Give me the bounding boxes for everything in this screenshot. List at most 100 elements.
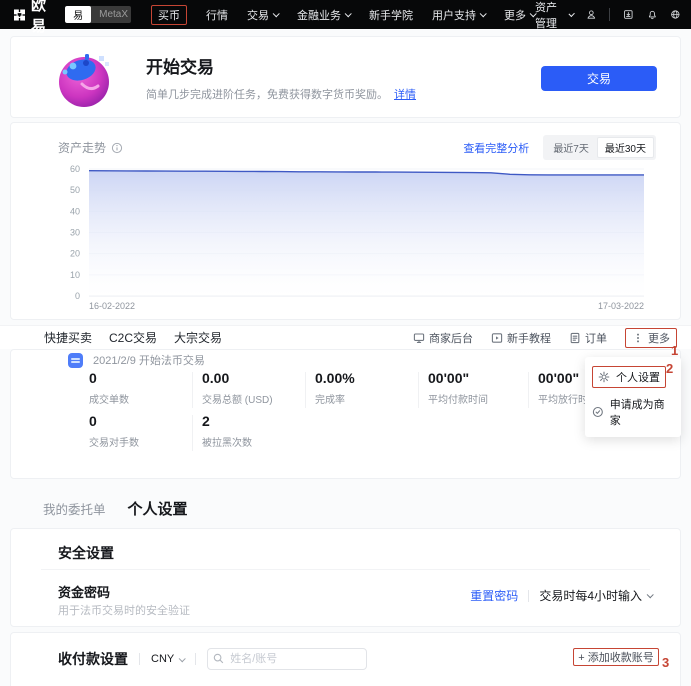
divider (192, 415, 193, 451)
stat-label: 交易对手数 (89, 434, 139, 449)
stat-value: 0 (89, 370, 129, 386)
hero-subtitle: 简单几步完成进阶任务，免费获得数字货币奖励。详情 (146, 86, 416, 102)
chevron-down-icon (568, 11, 574, 17)
nav-label: 买币 (158, 7, 180, 23)
chart-controls: 查看完整分析 最近7天 最近30天 (463, 135, 656, 160)
svg-text:50: 50 (70, 185, 80, 195)
annotation-3: 3 (662, 655, 669, 670)
merchant-stats-card: 2021/2/9 开始法币交易 0 成交单数 0.00 交易总额 (USD) 0… (10, 349, 681, 479)
stat-label: 成交单数 (89, 391, 129, 406)
nav-item-finance[interactable]: 金融业务 (297, 7, 350, 23)
divider (528, 372, 529, 408)
nav-item-more[interactable]: 更多 (504, 7, 535, 23)
top-navbar: 欧易 交易所 MetaX 买币 行情 交易 金融业务 新手学院 (0, 0, 691, 29)
gear-icon (598, 371, 610, 383)
svg-text:40: 40 (70, 206, 80, 216)
play-video-icon (491, 332, 503, 344)
currency-label: CNY (151, 653, 174, 665)
payment-search-input[interactable] (207, 648, 367, 670)
annotation-1: 1 (671, 343, 678, 358)
hero-text: 开始交易 简单几步完成进阶任务，免费获得数字货币奖励。详情 (146, 53, 416, 102)
range-30d-button[interactable]: 最近30天 (597, 137, 654, 158)
info-icon[interactable] (111, 142, 123, 154)
nav-item-buy-crypto[interactable]: 买币 (151, 5, 187, 25)
tab-my-orders[interactable]: 我的委托单 (43, 499, 106, 518)
divider (139, 653, 140, 665)
download-icon[interactable] (623, 7, 634, 22)
divider (528, 590, 529, 602)
tab-c2c-trade[interactable]: C2C交易 (109, 329, 157, 346)
stat-completed-orders: 0 成交单数 (89, 370, 129, 406)
document-icon (569, 332, 581, 344)
okx-logo[interactable]: 欧易 (14, 0, 53, 36)
nav-item-markets[interactable]: 行情 (206, 7, 228, 23)
add-payment-account-button[interactable]: + 添加收款账号 (573, 648, 659, 666)
page-title: 开始交易 (146, 53, 416, 78)
main-menu: 买币 行情 交易 金融业务 新手学院 用户支持 更多 (151, 5, 535, 25)
assets-menu[interactable]: 资产管理 (535, 0, 573, 31)
tab-exchange[interactable]: 交易所 (65, 6, 91, 23)
password-frequency-select[interactable]: 交易时每4小时输入 (539, 587, 652, 604)
navbar-right: 资产管理 (535, 0, 681, 31)
action-label: 订单 (585, 330, 607, 346)
hero-subtitle-text: 简单几步完成进阶任务，免费获得数字货币奖励。 (146, 89, 388, 101)
mascot-image (55, 48, 117, 110)
stat-completion-rate: 0.00% 完成率 (315, 370, 355, 406)
chevron-down-icon (273, 10, 280, 17)
tab-block-trade[interactable]: 大宗交易 (174, 329, 222, 346)
svg-text:60: 60 (70, 164, 80, 174)
fiat-tabbar: 快捷买卖 C2C交易 大宗交易 商家后台 新手教程 订单 (0, 325, 691, 349)
range-7d-button[interactable]: 最近7天 (545, 137, 597, 158)
nav-label: 金融业务 (297, 7, 341, 23)
tab-express-buy[interactable]: 快捷买卖 (44, 329, 92, 346)
tab-personal-settings[interactable]: 个人设置 (128, 498, 188, 519)
fiat-actions: 商家后台 新手教程 订单 更多 (413, 328, 677, 348)
nav-label: 用户支持 (432, 7, 476, 23)
nav-label: 交易 (247, 7, 269, 23)
asset-trend-card: 资产走势 查看完整分析 最近7天 最近30天 01020304050 (10, 122, 681, 320)
okx-logo-icon (14, 7, 25, 23)
divider (305, 372, 306, 408)
svg-text:16-02-2022: 16-02-2022 (89, 301, 135, 311)
globe-icon[interactable] (670, 7, 681, 22)
nav-item-academy[interactable]: 新手学院 (369, 7, 413, 23)
merchant-console-button[interactable]: 商家后台 (413, 330, 473, 346)
menu-item-become-merchant[interactable]: 申请成为商家 (585, 392, 681, 432)
more-button[interactable]: 更多 (625, 328, 677, 348)
start-trading-banner: 开始交易 简单几步完成进阶任务，免费获得数字货币奖励。详情 交易 (10, 36, 681, 118)
currency-select[interactable]: CNY (151, 653, 184, 665)
chevron-down-icon (179, 655, 186, 662)
svg-text:0: 0 (75, 291, 80, 301)
stat-label: 被拉黑次数 (202, 434, 252, 449)
bell-icon[interactable] (647, 7, 658, 22)
stat-counterparties: 0 交易对手数 (89, 413, 139, 449)
reset-password-link[interactable]: 重置密码 (470, 587, 518, 604)
assets-label: 资产管理 (535, 0, 565, 31)
orders-button[interactable]: 订单 (569, 330, 607, 346)
beginner-tutorial-button[interactable]: 新手教程 (491, 330, 551, 346)
svg-text:17-03-2022: 17-03-2022 (598, 301, 644, 311)
trade-button[interactable]: 交易 (541, 66, 657, 91)
full-analysis-link[interactable]: 查看完整分析 (463, 140, 529, 156)
divider (192, 372, 193, 408)
frequency-label: 交易时每4小时输入 (539, 587, 642, 604)
divider (609, 8, 610, 21)
merchant-badge-icon (592, 406, 604, 418)
action-label: 商家后台 (429, 330, 473, 346)
merchant-since-row: 2021/2/9 开始法币交易 (68, 352, 205, 368)
user-icon[interactable] (586, 7, 597, 22)
nav-item-support[interactable]: 用户支持 (432, 7, 485, 23)
tab-metax[interactable]: MetaX (91, 6, 131, 23)
menu-label: 申请成为商家 (610, 396, 674, 428)
details-link[interactable]: 详情 (394, 89, 416, 101)
fund-password-desc: 用于法币交易时的安全验证 (58, 602, 190, 618)
stat-label: 平均付款时间 (428, 391, 488, 406)
nav-label: 更多 (504, 7, 526, 23)
kebab-menu-icon (632, 332, 644, 344)
monitor-icon (413, 332, 425, 344)
chevron-down-icon (345, 10, 352, 17)
action-label: 更多 (648, 330, 670, 346)
payment-title: 收付款设置 (58, 649, 128, 669)
nav-item-trade[interactable]: 交易 (247, 7, 278, 23)
stat-value: 0.00 (202, 370, 273, 386)
